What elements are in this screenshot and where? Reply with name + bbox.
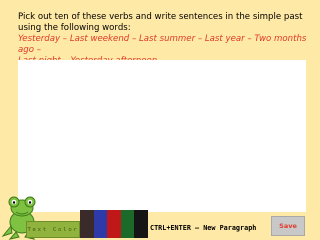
instruction-line-2: using the following words: (18, 23, 131, 33)
writing-area[interactable] (18, 60, 306, 212)
instructions: Pick out ten of these verbs and write se… (18, 12, 314, 67)
color-swatch-green[interactable] (120, 210, 135, 238)
color-swatch-red[interactable] (107, 210, 121, 238)
new-paragraph-hint: CTRL+ENTER – New Paragraph (150, 224, 257, 232)
instruction-line-1: Pick out ten of these verbs and write se… (18, 12, 303, 22)
color-swatch-blue[interactable] (93, 210, 108, 238)
text-color-label: Text Color (26, 221, 80, 238)
color-swatches (80, 210, 148, 238)
color-swatch-black[interactable] (134, 210, 148, 238)
color-swatch-dark-brown[interactable] (80, 210, 94, 238)
time-words-line-1: Yesterday – Last weekend – Last summer –… (18, 34, 307, 55)
save-button[interactable]: Save (271, 216, 305, 236)
